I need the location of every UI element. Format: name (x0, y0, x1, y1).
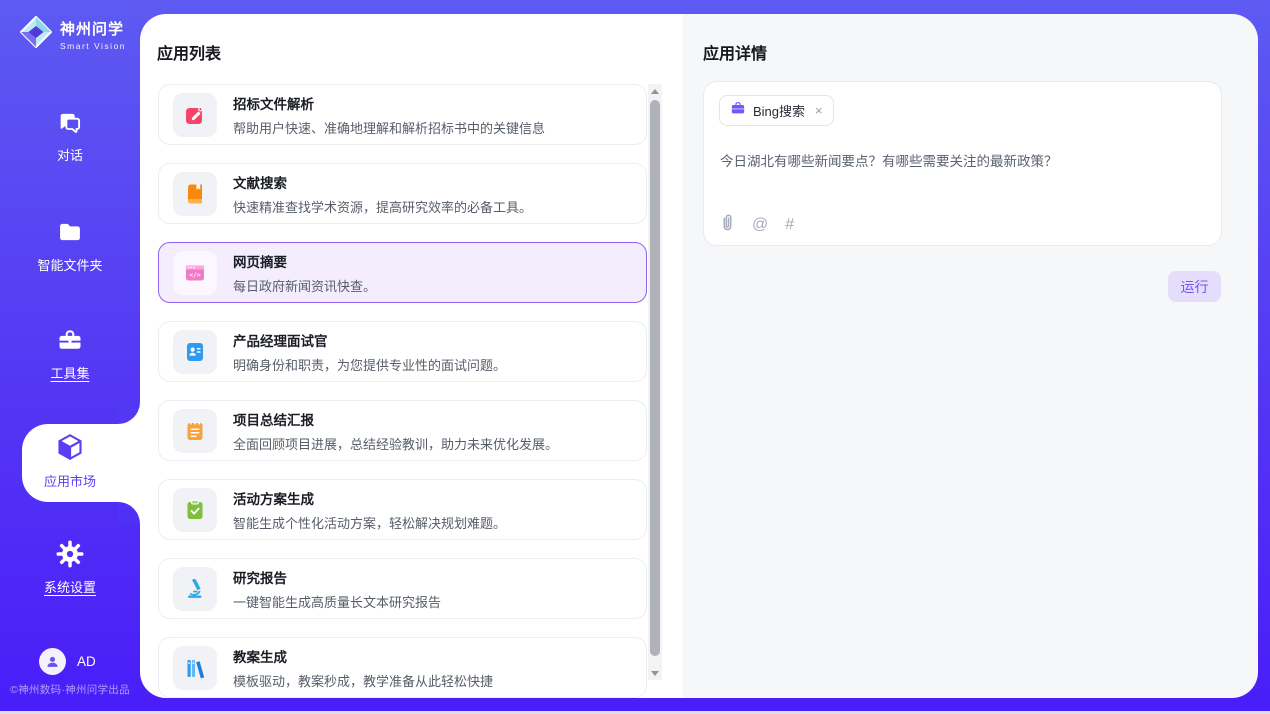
tool-tag-label: Bing搜索 (753, 101, 805, 120)
app-card-desc: 一键智能生成高质量长文本研究报告 (233, 592, 441, 611)
microscope-icon (173, 567, 217, 611)
cube-icon (55, 432, 85, 465)
tool-tag-bing-search[interactable]: Bing搜索 × (719, 95, 834, 126)
app-card-name: 文献搜索 (233, 172, 532, 192)
mention-icon[interactable]: @ (752, 216, 768, 234)
app-detail-title: 应用详情 (703, 40, 767, 64)
app-card-name: 产品经理面试官 (233, 330, 506, 350)
prompt-input-card: Bing搜索 × 今日湖北有哪些新闻要点？有哪些需要关注的最新政策？ @ # (703, 81, 1222, 246)
active-tab-curve-top (118, 402, 140, 424)
user-name: AD (77, 654, 96, 669)
app-list-scrollbar[interactable] (648, 84, 662, 680)
app-card-desc: 智能生成个性化活动方案，轻松解决规划难题。 (233, 513, 506, 532)
app-card-literature-search[interactable]: 文献搜索 快速精准查找学术资源，提高研究效率的必备工具。 (158, 163, 647, 224)
composer-toolbar: @ # (720, 213, 794, 237)
app-list-title: 应用列表 (157, 40, 221, 64)
sidebar: 神州问学 Smart Vision 对话 智能文件夹 (0, 0, 140, 714)
brand-name: 神州问学 (60, 18, 126, 39)
app-card-name: 活动方案生成 (233, 488, 506, 508)
book-icon (173, 172, 217, 216)
sidebar-item-app-market[interactable]: 应用市场 (0, 432, 140, 490)
sidebar-item-label: 工具集 (50, 363, 89, 382)
chat-icon (56, 108, 84, 139)
paperclip-icon[interactable] (720, 213, 735, 237)
doc-edit-icon (173, 93, 217, 137)
books-icon (173, 646, 217, 690)
app-card-name: 项目总结汇报 (233, 409, 558, 429)
app-card-event-plan[interactable]: 活动方案生成 智能生成个性化活动方案，轻松解决规划难题。 (158, 479, 647, 540)
sidebar-item-chat[interactable]: 对话 (0, 108, 140, 164)
app-card-lesson-plan[interactable]: 教案生成 模板驱动，教案秒成，教学准备从此轻松快捷 (158, 637, 647, 698)
run-button[interactable]: 运行 (1168, 271, 1221, 302)
app-detail-panel: 应用详情 Bing搜索 × 今日湖北有哪些新闻要点？有哪些需要关注的最新政策？ (683, 14, 1258, 698)
topic-hash-icon[interactable]: # (785, 216, 794, 234)
app-card-research-report[interactable]: 研究报告 一键智能生成高质量长文本研究报告 (158, 558, 647, 619)
svg-text:</>: </> (189, 272, 200, 279)
app-card-name: 教案生成 (233, 646, 493, 666)
prompt-text-input[interactable]: 今日湖北有哪些新闻要点？有哪些需要关注的最新政策？ (720, 150, 1205, 170)
app-card-name: 招标文件解析 (233, 93, 545, 113)
scrollbar-thumb[interactable] (650, 100, 660, 656)
close-icon[interactable]: × (815, 103, 823, 118)
app-card-name: 网页摘要 (233, 251, 376, 271)
user-avatar-icon (39, 648, 66, 675)
app-card-desc: 快速精准查找学术资源，提高研究效率的必备工具。 (233, 197, 532, 216)
sidebar-item-label: 系统设置 (44, 577, 96, 596)
notepad-icon (173, 409, 217, 453)
clipboard-check-icon (173, 488, 217, 532)
sidebar-item-label: 对话 (57, 145, 83, 164)
app-card-list: 招标文件解析 帮助用户快速、准确地理解和解析招标书中的关键信息 文献搜索 快速精… (158, 84, 647, 698)
copyright-footer: ©神州数码·神州问学出品 (0, 682, 140, 697)
browser-code-icon: </> (173, 251, 217, 295)
sidebar-item-settings[interactable]: 系统设置 (0, 540, 140, 596)
brand-subtitle: Smart Vision (60, 41, 126, 51)
scrollbar-up-arrow[interactable] (648, 84, 662, 98)
sidebar-item-smart-folder[interactable]: 智能文件夹 (0, 218, 140, 274)
scrollbar-down-arrow[interactable] (648, 666, 662, 680)
resume-person-icon (173, 330, 217, 374)
sidebar-item-toolset[interactable]: 工具集 (0, 326, 140, 382)
app-card-desc: 模板驱动，教案秒成，教学准备从此轻松快捷 (233, 671, 493, 690)
app-card-desc: 帮助用户快速、准确地理解和解析招标书中的关键信息 (233, 118, 545, 137)
sidebar-item-label: 智能文件夹 (37, 255, 102, 274)
briefcase-icon (730, 100, 746, 121)
diamond-logo-icon (18, 14, 54, 55)
app-card-desc: 明确身份和职责，为您提供专业性的面试问题。 (233, 355, 506, 374)
active-tab-curve-bottom (118, 502, 140, 524)
app-card-project-summary[interactable]: 项目总结汇报 全面回顾项目进展，总结经验教训，助力未来优化发展。 (158, 400, 647, 461)
app-card-bid-document-parse[interactable]: 招标文件解析 帮助用户快速、准确地理解和解析招标书中的关键信息 (158, 84, 647, 145)
folder-icon (56, 218, 84, 249)
app-card-pm-interviewer[interactable]: 产品经理面试官 明确身份和职责，为您提供专业性的面试问题。 (158, 321, 647, 382)
brand-logo: 神州问学 Smart Vision (18, 14, 126, 55)
app-card-desc: 每日政府新闻资讯快查。 (233, 276, 376, 295)
user-account[interactable]: AD (0, 648, 140, 675)
app-card-name: 研究报告 (233, 567, 441, 587)
app-list-panel: 应用列表 招标文件解析 帮助用户快速、准确地理解和解析招标书中的关键信息 (140, 14, 683, 698)
sidebar-item-label: 应用市场 (44, 471, 96, 490)
app-card-desc: 全面回顾项目进展，总结经验教训，助力未来优化发展。 (233, 434, 558, 453)
toolbox-icon (56, 326, 84, 357)
gear-icon (56, 540, 84, 571)
app-window: 神州问学 Smart Vision 对话 智能文件夹 (0, 0, 1270, 714)
app-card-webpage-summary-selected[interactable]: </> 网页摘要 每日政府新闻资讯快查。 (158, 242, 647, 303)
